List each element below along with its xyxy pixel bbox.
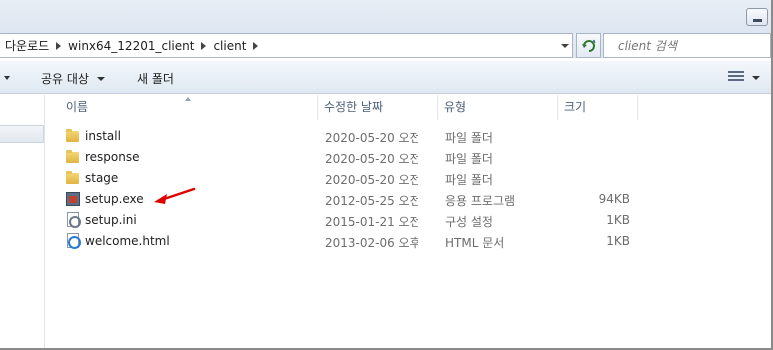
breadcrumb-downloads[interactable]: 다운로드	[2, 37, 52, 54]
file-row-setup-ini[interactable]: setup.ini 2015-01-21 오전... 구성 설정 1KB	[60, 210, 660, 231]
ini-settings-icon	[65, 212, 81, 228]
file-type: 응용 프로그램	[445, 194, 516, 208]
file-name: setup.ini	[85, 213, 137, 227]
file-type: HTML 문서	[445, 236, 505, 250]
ie-html-icon	[65, 233, 81, 249]
chevron-down-icon	[561, 43, 569, 48]
file-name: welcome.html	[85, 234, 170, 248]
breadcrumb-winx64[interactable]: winx64_12201_client	[65, 39, 197, 53]
file-date: 2020-05-20 오전...	[325, 131, 418, 145]
change-view-button[interactable]	[728, 71, 744, 85]
file-date: 2012-05-25 오전...	[325, 194, 418, 208]
address-history-dropdown[interactable]	[557, 34, 573, 57]
address-row: 다운로드 winx64_12201_client client	[0, 33, 771, 58]
file-row-response[interactable]: response 2020-05-20 오전... 파일 폴더	[60, 147, 660, 168]
column-header-size[interactable]: 크기	[558, 95, 638, 120]
refresh-icon	[581, 39, 595, 52]
chevron-down-icon	[96, 76, 105, 81]
file-size: 1KB	[606, 234, 630, 248]
breadcrumb-client[interactable]: client	[210, 39, 249, 53]
view-details-icon	[728, 71, 744, 73]
file-list: 이름 수정한 날짜 유형 크기 install 2020-05-20 오전...…	[46, 95, 771, 348]
red-arrow-annotation	[154, 187, 196, 204]
search-box[interactable]	[603, 33, 771, 58]
minimize-button[interactable]	[746, 8, 768, 26]
folder-icon	[65, 170, 81, 186]
file-row-welcome-html[interactable]: welcome.html 2013-02-06 오후... HTML 문서 1K…	[60, 231, 660, 252]
file-name: install	[85, 129, 121, 143]
share-with-button[interactable]: 공유 대상	[41, 70, 105, 87]
file-type: 파일 폴더	[445, 152, 493, 166]
file-row-install[interactable]: install 2020-05-20 오전... 파일 폴더	[60, 126, 660, 147]
folder-icon	[65, 128, 81, 144]
organize-dropdown-icon[interactable]	[4, 76, 10, 80]
file-name: setup.exe	[85, 192, 144, 206]
column-header-row: 이름 수정한 날짜 유형 크기	[46, 95, 771, 120]
breadcrumb-separator-icon[interactable]	[201, 41, 207, 50]
file-date: 2020-05-20 오전...	[325, 173, 418, 187]
file-size: 1KB	[606, 213, 630, 227]
explorer-window: 다운로드 winx64_12201_client client 공유 대상	[0, 0, 773, 350]
navigation-selected-item[interactable]	[0, 125, 44, 143]
column-header-type[interactable]: 유형	[438, 95, 558, 120]
file-type: 파일 폴더	[445, 173, 493, 187]
file-name: response	[85, 150, 140, 164]
file-type: 파일 폴더	[445, 131, 493, 145]
breadcrumb-separator-icon[interactable]	[253, 41, 259, 50]
breadcrumb-separator-icon[interactable]	[56, 41, 62, 50]
navigation-pane[interactable]	[0, 95, 45, 348]
share-with-label: 공유 대상	[41, 72, 89, 86]
new-folder-label: 새 폴더	[137, 72, 174, 86]
file-type: 구성 설정	[445, 215, 493, 229]
file-date: 2020-05-20 오전...	[325, 152, 418, 166]
address-bar[interactable]: 다운로드 winx64_12201_client client	[0, 33, 573, 58]
folder-icon	[65, 149, 81, 165]
title-bar	[0, 0, 771, 33]
command-bar: 공유 대상 새 폴더	[0, 61, 771, 94]
file-name: stage	[85, 171, 119, 185]
file-date: 2013-02-06 오후...	[325, 236, 418, 250]
exe-icon	[65, 191, 81, 207]
refresh-button[interactable]	[576, 33, 601, 58]
new-folder-button[interactable]: 새 폴더	[137, 70, 174, 87]
file-date: 2015-01-21 오전...	[325, 215, 418, 229]
file-size: 94KB	[598, 192, 630, 206]
search-input[interactable]	[618, 38, 758, 53]
column-header-date[interactable]: 수정한 날짜	[318, 95, 438, 120]
sort-ascending-icon	[185, 97, 191, 101]
view-options-dropdown-icon[interactable]	[752, 76, 760, 80]
minimize-icon	[753, 19, 762, 22]
